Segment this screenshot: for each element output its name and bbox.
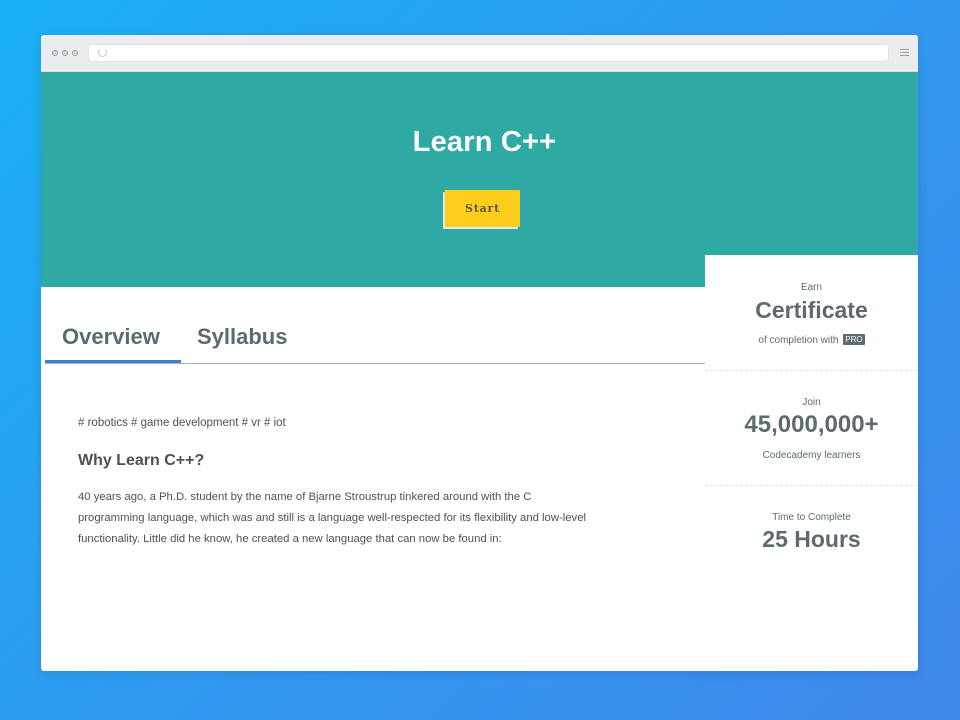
window-dot-icon[interactable] — [72, 50, 78, 56]
stat-label: Time to Complete — [772, 512, 851, 523]
time-stat: Time to Complete 25 Hours — [705, 486, 918, 565]
start-button[interactable]: Start — [445, 190, 520, 227]
stat-value: 25 Hours — [762, 526, 861, 552]
section-heading: Why Learn C++? — [78, 452, 205, 469]
stat-caption: of completion with PRO — [705, 334, 918, 346]
pro-badge: PRO — [843, 334, 865, 345]
course-tabs: Overview Syllabus — [45, 322, 705, 363]
address-bar[interactable] — [88, 44, 889, 62]
overview-paragraph: 40 years ago, a Ph.D. student by the nam… — [78, 487, 643, 550]
tab-overview[interactable]: Overview — [62, 324, 160, 350]
tabs-divider — [45, 363, 705, 364]
course-stats-card: Earn Certificate of completion with PRO … — [705, 255, 918, 565]
course-title: Learn C++ — [412, 126, 557, 158]
certificate-stat: Earn Certificate of completion with PRO — [705, 255, 918, 371]
window-dot-icon[interactable] — [52, 50, 58, 56]
paragraph-line: programming language, which was and stil… — [78, 512, 586, 524]
window-dot-icon[interactable] — [62, 50, 68, 56]
paragraph-line: functionality. Little did he know, he cr… — [78, 533, 502, 545]
paragraph-line: 40 years ago, a Ph.D. student by the nam… — [78, 491, 532, 503]
topic-tags: # robotics # game development # vr # iot — [78, 417, 286, 429]
reload-icon[interactable] — [98, 48, 107, 57]
tab-syllabus[interactable]: Syllabus — [197, 324, 287, 350]
stat-caption: Codecademy learners — [762, 450, 861, 461]
browser-chrome — [41, 35, 918, 72]
browser-window: Learn C++ Start Overview Syllabus # robo… — [41, 35, 918, 671]
stat-label: Join — [802, 397, 821, 408]
window-controls — [52, 50, 78, 56]
stat-value: 45,000,000+ — [744, 411, 879, 438]
caption-text: of completion with — [758, 335, 839, 346]
stat-value: Certificate — [755, 297, 868, 323]
learners-stat: Join 45,000,000+ Codecademy learners — [705, 371, 918, 486]
menu-icon[interactable] — [900, 49, 909, 58]
stat-label: Earn — [800, 282, 823, 293]
